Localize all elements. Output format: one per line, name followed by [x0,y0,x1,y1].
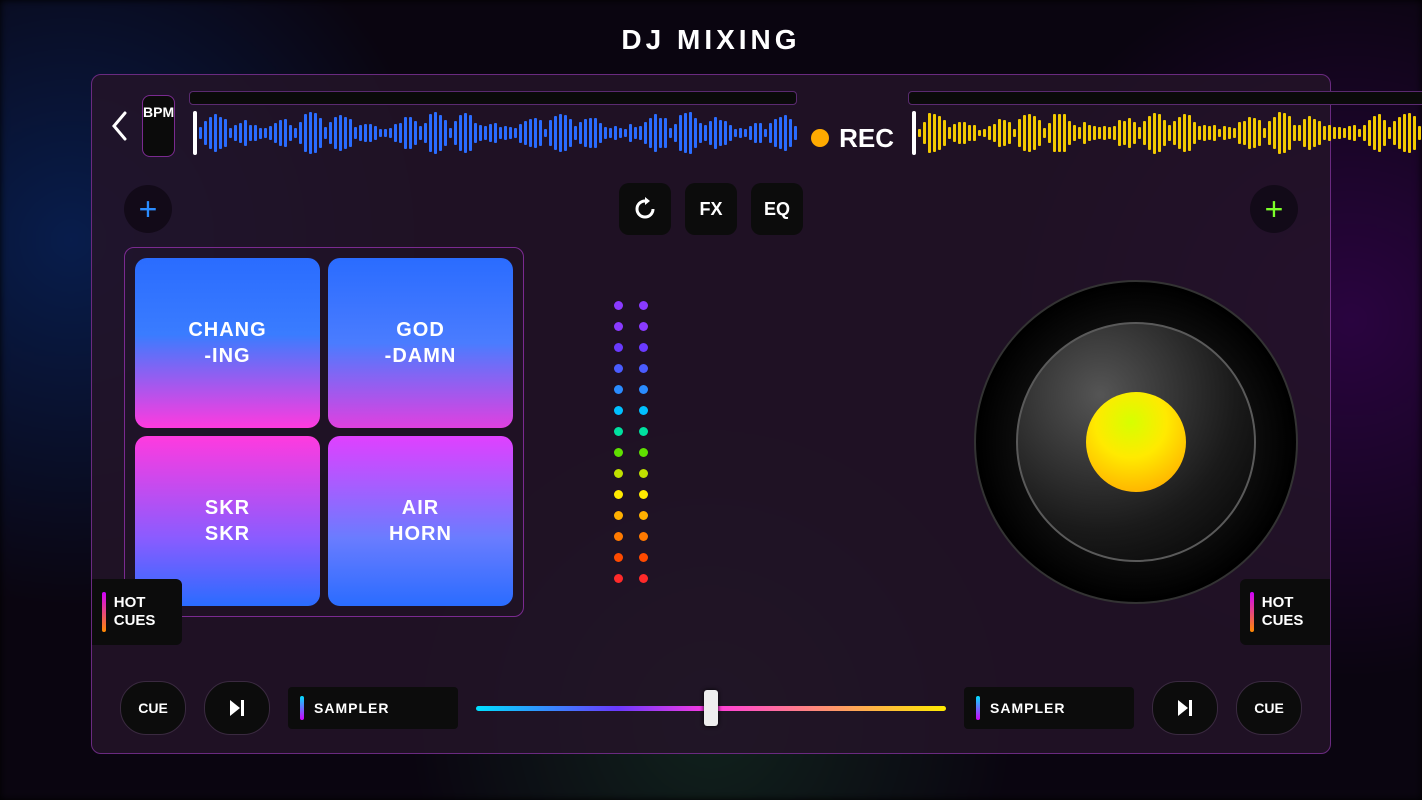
plus-icon: + [139,191,158,228]
bpm-left-button[interactable]: BPM [142,95,175,157]
record-label: REC [839,123,894,154]
crossfader-handle[interactable] [704,690,718,726]
jog-wheel[interactable] [974,280,1298,604]
sampler-right-button[interactable]: SAMPLER [964,687,1134,729]
deck-left-waveform[interactable] [189,91,797,161]
mixer-panel: BPM REC BPM + FX EQ + C [91,74,1331,754]
sampler-label: SAMPLER [990,700,1065,716]
back-button[interactable] [110,102,128,150]
cue-right-button[interactable]: CUE [1236,681,1302,735]
record-button[interactable]: REC [811,123,894,154]
deck-right-waveform[interactable] [908,91,1422,161]
play-next-right-button[interactable] [1152,681,1218,735]
cue-left-button[interactable]: CUE [120,681,186,735]
sample-pad-1[interactable]: CHANG -ING [135,258,320,428]
crossfader[interactable] [476,688,946,728]
play-next-icon [1175,698,1195,718]
plus-icon: + [1265,191,1284,228]
loop-button[interactable] [619,183,671,235]
chevron-left-icon [110,111,128,141]
loop-icon [633,197,657,221]
fx-button[interactable]: FX [685,183,737,235]
eq-button[interactable]: EQ [751,183,803,235]
level-meters [614,301,648,583]
add-track-left-button[interactable]: + [124,185,172,233]
hot-cues-right-button[interactable]: HOT CUES [1240,579,1330,645]
play-next-left-button[interactable] [204,681,270,735]
sample-pad-4[interactable]: AIR HORN [328,436,513,606]
level-meter-right[interactable] [639,301,648,583]
play-next-icon [227,698,247,718]
sample-pad-grid: CHANG -ING GOD -DAMN SKR SKR AIR HORN [124,247,524,617]
add-track-right-button[interactable]: + [1250,185,1298,233]
sample-pad-2[interactable]: GOD -DAMN [328,258,513,428]
hot-cues-left-button[interactable]: HOT CUES [92,579,182,645]
jog-wheel-label [1086,392,1186,492]
sampler-label: SAMPLER [314,700,389,716]
sampler-left-button[interactable]: SAMPLER [288,687,458,729]
hot-cues-label: HOT CUES [114,594,172,630]
record-icon [811,129,829,147]
hot-cues-label: HOT CUES [1262,594,1320,630]
level-meter-left[interactable] [614,301,623,583]
page-title: DJ MIXING [0,0,1422,74]
